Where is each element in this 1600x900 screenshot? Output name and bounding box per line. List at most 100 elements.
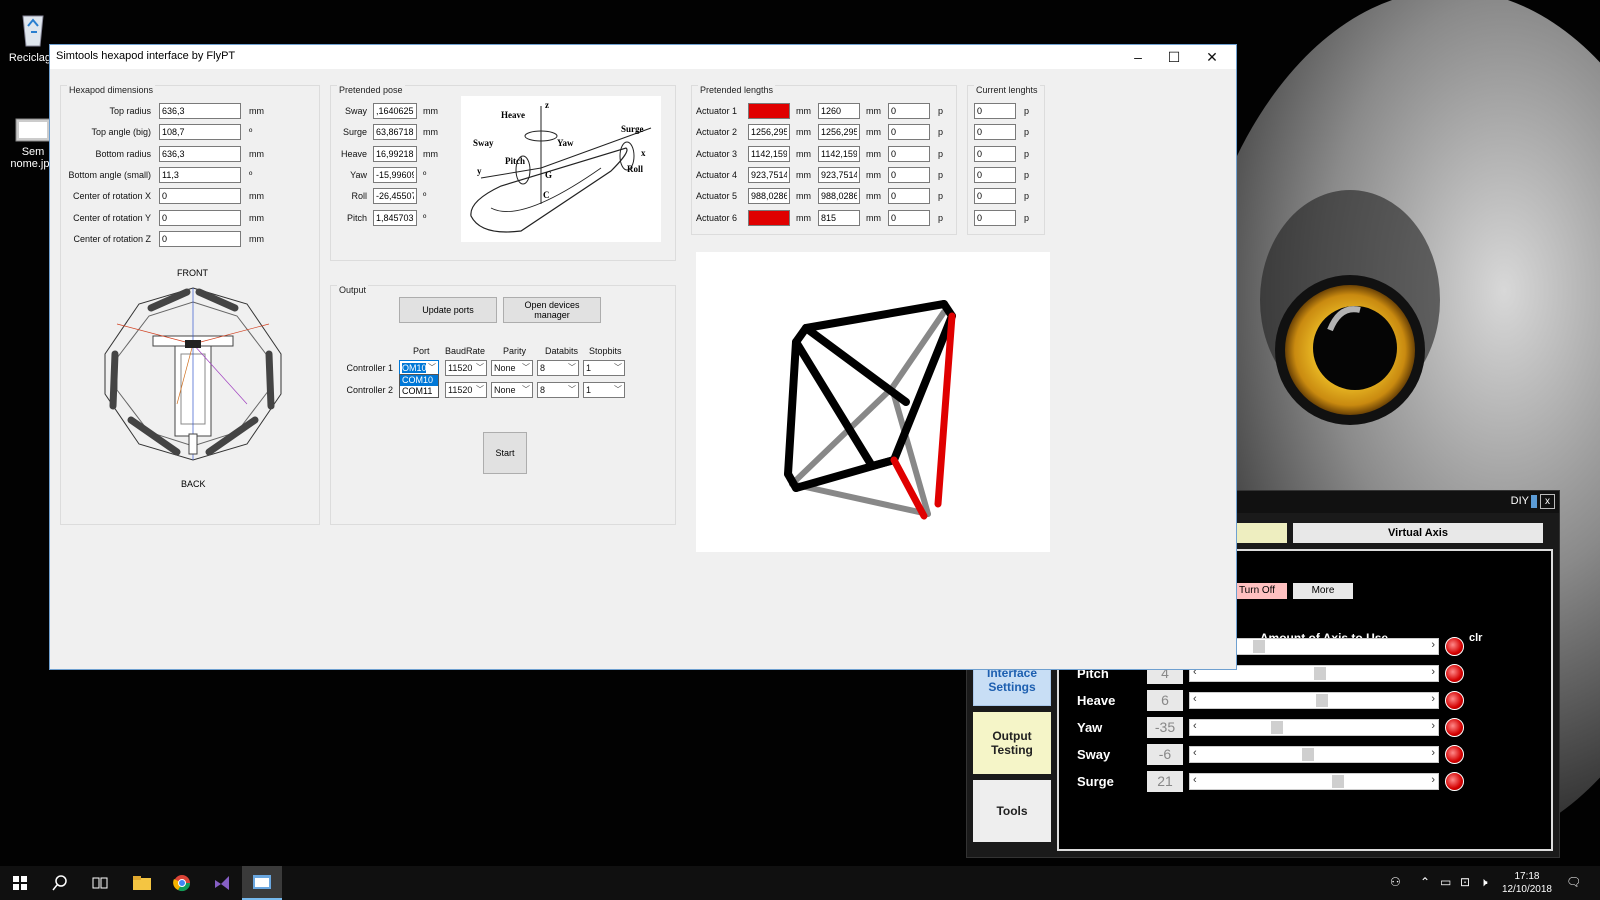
current-length-input[interactable]: [974, 166, 1016, 183]
pose-input[interactable]: [373, 166, 417, 183]
actuator-steps[interactable]: [888, 209, 930, 226]
chevron-right-icon[interactable]: ›: [1431, 639, 1435, 651]
current-length-input[interactable]: [974, 124, 1016, 141]
network-icon[interactable]: ⊡: [1460, 875, 1470, 889]
slider-thumb[interactable]: [1271, 721, 1283, 734]
pose-input[interactable]: [373, 103, 417, 119]
clear-axis-button[interactable]: [1445, 664, 1464, 683]
minimize-button[interactable]: –: [1120, 47, 1156, 67]
actuator-limited-length[interactable]: [818, 166, 860, 183]
baudrate-select-value: 11520: [448, 385, 473, 395]
current-length-input[interactable]: [974, 145, 1016, 162]
simtools-close-button[interactable]: x: [1540, 494, 1555, 509]
baudrate-select[interactable]: 11520 ﹀: [445, 360, 487, 376]
clear-axis-button[interactable]: [1445, 637, 1464, 656]
close-button[interactable]: ✕: [1194, 47, 1230, 67]
windows-start-icon[interactable]: [0, 866, 40, 900]
dimension-input[interactable]: [159, 166, 241, 183]
hexapod-app-taskbar-icon[interactable]: [242, 866, 282, 900]
axis-slider[interactable]: ‹›: [1189, 692, 1439, 709]
actuator-steps[interactable]: [888, 188, 930, 205]
pose-input[interactable]: [373, 124, 417, 141]
dimension-input[interactable]: [159, 209, 241, 226]
port-option-com11[interactable]: COM11: [400, 386, 438, 397]
actuator-pretended-length[interactable]: [748, 166, 790, 183]
chevron-left-icon[interactable]: ‹: [1193, 693, 1197, 705]
port-option-com10[interactable]: COM10: [400, 375, 438, 386]
dimension-input[interactable]: [159, 230, 241, 247]
actuator-pretended-length[interactable]: [748, 124, 790, 141]
actuator-limited-length[interactable]: [818, 209, 860, 226]
chevron-up-icon[interactable]: ⌃: [1420, 875, 1430, 889]
actuator-steps[interactable]: [888, 124, 930, 141]
dimension-input[interactable]: [159, 103, 241, 119]
clear-axis-button[interactable]: [1445, 772, 1464, 791]
notifications-icon[interactable]: 🗨: [1566, 875, 1581, 889]
current-length-input[interactable]: [974, 188, 1016, 205]
visual-studio-icon[interactable]: [202, 866, 242, 900]
stopbits-select[interactable]: 1 ﹀: [583, 360, 625, 376]
clear-axis-button[interactable]: [1445, 745, 1464, 764]
slider-thumb[interactable]: [1302, 748, 1314, 761]
output-testing-button[interactable]: Output Testing: [973, 712, 1051, 774]
axis-slider[interactable]: ‹›: [1189, 773, 1439, 790]
stopbits-select[interactable]: 1 ﹀: [583, 382, 625, 398]
battery-icon[interactable]: ▭: [1440, 875, 1451, 889]
open-devices-manager-button[interactable]: Open devices manager: [503, 297, 601, 323]
taskbar-clock[interactable]: 17:18 12/10/2018: [1502, 870, 1552, 896]
pose-input[interactable]: [373, 145, 417, 162]
start-button[interactable]: Start: [483, 432, 527, 474]
search-icon[interactable]: [40, 866, 80, 900]
actuator-limited-length[interactable]: [818, 145, 860, 162]
actuator-steps[interactable]: [888, 145, 930, 162]
actuator-pretended-length[interactable]: [748, 145, 790, 162]
actuator-pretended-length[interactable]: [748, 103, 790, 119]
actuator-pretended-length[interactable]: [748, 209, 790, 226]
clear-axis-button[interactable]: [1445, 691, 1464, 710]
current-length-input[interactable]: [974, 103, 1016, 119]
maximize-button[interactable]: ☐: [1156, 47, 1192, 67]
chevron-left-icon[interactable]: ‹: [1193, 747, 1197, 759]
axis-slider[interactable]: ‹›: [1189, 746, 1439, 763]
actuator-limited-length[interactable]: [818, 188, 860, 205]
chevron-right-icon[interactable]: ›: [1431, 747, 1435, 759]
people-icon[interactable]: ⚇: [1390, 875, 1401, 889]
parity-select[interactable]: None ﹀: [491, 382, 533, 398]
volume-muted-icon[interactable]: 🕨: [1480, 875, 1488, 890]
tools-button[interactable]: Tools: [973, 780, 1051, 842]
dimension-input[interactable]: [159, 145, 241, 162]
baudrate-select[interactable]: 11520 ﹀: [445, 382, 487, 398]
dimension-input[interactable]: [159, 188, 241, 205]
pose-input[interactable]: [373, 188, 417, 205]
chevron-left-icon[interactable]: ‹: [1193, 720, 1197, 732]
parity-select[interactable]: None ﹀: [491, 360, 533, 376]
slider-thumb[interactable]: [1332, 775, 1344, 788]
file-explorer-icon[interactable]: [122, 866, 162, 900]
actuator-pretended-length[interactable]: [748, 188, 790, 205]
chrome-icon[interactable]: [162, 866, 202, 900]
current-length-input[interactable]: [974, 209, 1016, 226]
task-view-icon[interactable]: [80, 866, 120, 900]
dimension-input[interactable]: [159, 124, 241, 141]
chevron-right-icon[interactable]: ›: [1431, 693, 1435, 705]
actuator-steps[interactable]: [888, 166, 930, 183]
pose-input[interactable]: [373, 209, 417, 226]
databits-select[interactable]: 8 ﹀: [537, 360, 579, 376]
axis-slider[interactable]: ‹›: [1189, 719, 1439, 736]
chevron-right-icon[interactable]: ›: [1431, 666, 1435, 678]
actuator-limited-length[interactable]: [818, 124, 860, 141]
databits-select[interactable]: 8 ﹀: [537, 382, 579, 398]
chevron-right-icon[interactable]: ›: [1431, 720, 1435, 732]
chevron-left-icon[interactable]: ‹: [1193, 774, 1197, 786]
actuator-limited-length[interactable]: [818, 103, 860, 119]
more-button[interactable]: More: [1293, 583, 1353, 599]
port-dropdown-list[interactable]: COM10 COM11: [399, 374, 439, 398]
actuator-steps[interactable]: [888, 103, 930, 119]
update-ports-button[interactable]: Update ports: [399, 297, 497, 323]
slider-thumb[interactable]: [1314, 667, 1326, 680]
slider-thumb[interactable]: [1316, 694, 1328, 707]
chevron-right-icon[interactable]: ›: [1431, 774, 1435, 786]
clear-axis-button[interactable]: [1445, 718, 1464, 737]
slider-thumb[interactable]: [1253, 640, 1265, 653]
tab-virtual-axis[interactable]: Virtual Axis: [1293, 523, 1543, 543]
